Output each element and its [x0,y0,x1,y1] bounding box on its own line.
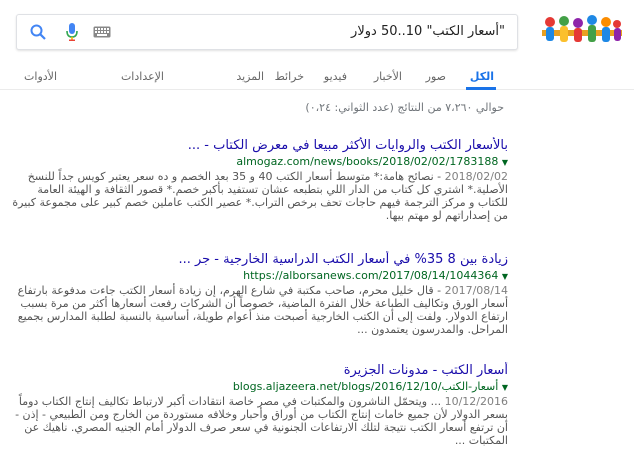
search-tabs: الكل صور الأخبار فيديو خرائط المزيد الإع… [0,62,634,90]
result-url-text[interactable]: almogaz.com/news/books/2018/02/02/178318… [236,155,498,168]
result-date: 2018/02/02 [444,170,508,183]
tab-settings[interactable]: الإعدادات [121,70,164,83]
result-url[interactable]: blogs.aljazeera.net/blogs/2016/12/10/أسع… [10,379,508,395]
result-title-link[interactable]: أسعار الكتب - مدونات الجزيرة [10,362,508,379]
tab-more[interactable]: المزيد [236,70,264,83]
result-snippet-text: - قال خليل محرم، صاحب مكتبة في شارع الهر… [17,284,508,336]
result-stats: حوالي ٧،٢٦٠ من النتائج (عدد الثواني: ٠،٢… [305,101,504,114]
search-box[interactable]: "أسعار الكتب" 10..50 دولار [16,14,518,50]
tab-maps[interactable]: خرائط [275,70,304,83]
tab-all[interactable]: الكل [470,70,494,83]
search-icon[interactable] [27,21,49,43]
search-input[interactable]: "أسعار الكتب" 10..50 دولار [351,24,505,39]
search-result: أسعار الكتب - مدونات الجزيرة blogs.aljaz… [10,362,508,447]
chevron-down-icon[interactable]: ▼ [502,158,508,167]
doodle-logo[interactable] [542,12,622,52]
result-title-link[interactable]: زيادة بين 8 35% في أسعار الكتب الدراسية … [10,251,508,268]
result-snippet: 10/12/2016 ... ويتحمّل الناشرون والمكتبا… [10,395,508,447]
tab-tools[interactable]: الأدوات [24,70,57,83]
result-url-text[interactable]: https://alborsanews.com/2017/08/14/10443… [243,269,498,282]
active-tab-indicator [466,87,496,90]
result-snippet-text: ... ويتحمّل الناشرون والمكتبات في مصر خا… [15,395,508,447]
tab-images[interactable]: صور [426,70,446,83]
top-bar: "أسعار الكتب" 10..50 دولار [0,0,634,62]
chevron-down-icon[interactable]: ▼ [502,272,508,281]
chevron-down-icon[interactable]: ▼ [502,383,508,392]
tab-news[interactable]: الأخبار [374,70,402,83]
search-result: بالأسعار الكتب والروايات الأكثر مبيعا في… [10,137,508,222]
keyboard-icon[interactable] [91,21,113,43]
search-result: زيادة بين 8 35% في أسعار الكتب الدراسية … [10,251,508,336]
result-url[interactable]: https://alborsanews.com/2017/08/14/10443… [10,268,508,284]
result-snippet: 2018/02/02 - نصائح هامة:* متوسط أسعار ال… [10,170,508,222]
result-snippet-text: - نصائح هامة:* متوسط أسعار الكتب 40 و 35… [12,170,508,222]
result-title-link[interactable]: بالأسعار الكتب والروايات الأكثر مبيعا في… [10,137,508,154]
tab-videos[interactable]: فيديو [324,70,347,83]
result-url[interactable]: almogaz.com/news/books/2018/02/02/178318… [10,154,508,170]
result-snippet: 2017/08/14 - قال خليل محرم، صاحب مكتبة ف… [10,284,508,336]
microphone-icon[interactable] [61,21,83,43]
result-date: 2017/08/14 [444,284,508,297]
result-url-text[interactable]: blogs.aljazeera.net/blogs/2016/12/10/أسع… [233,380,499,393]
result-date: 10/12/2016 [444,395,508,408]
